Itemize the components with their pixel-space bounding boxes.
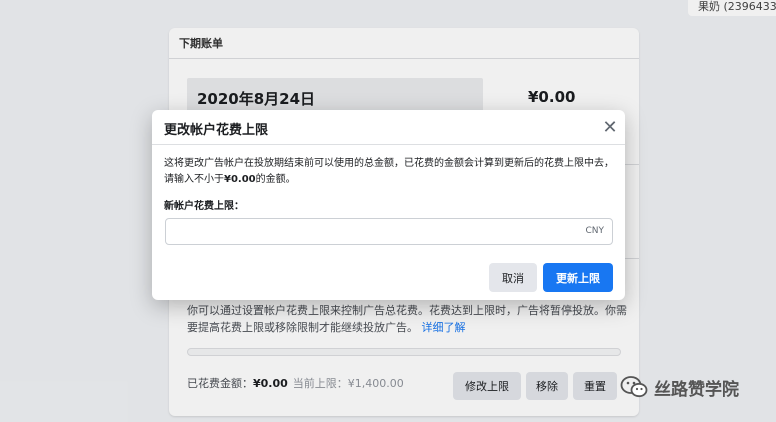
divider bbox=[152, 144, 625, 145]
dialog-description: 这将更改广告帐户在投放期结束前可以使用的总金额，已花费的金额会计算到更新后的花费… bbox=[164, 158, 614, 185]
new-limit-field[interactable]: CNY bbox=[165, 218, 613, 245]
watermark: 丝路赞学院 bbox=[620, 372, 739, 402]
change-spend-limit-dialog: 更改帐户花费上限 ✕ 这将更改广告帐户在投放期结束前可以使用的总金额，已花费的金… bbox=[152, 110, 625, 300]
close-icon[interactable]: ✕ bbox=[600, 117, 620, 138]
currency-label: CNY bbox=[585, 226, 604, 236]
watermark-text: 丝路赞学院 bbox=[654, 379, 739, 400]
min-amount: ¥0.00 bbox=[224, 174, 256, 185]
wechat-icon bbox=[620, 376, 648, 398]
update-limit-button[interactable]: 更新上限 bbox=[543, 263, 613, 292]
dialog-title: 更改帐户花费上限 bbox=[164, 123, 269, 138]
cancel-button[interactable]: 取消 bbox=[489, 263, 537, 292]
new-limit-label: 新帐户花费上限： bbox=[164, 201, 244, 212]
new-limit-input[interactable] bbox=[174, 223, 574, 241]
